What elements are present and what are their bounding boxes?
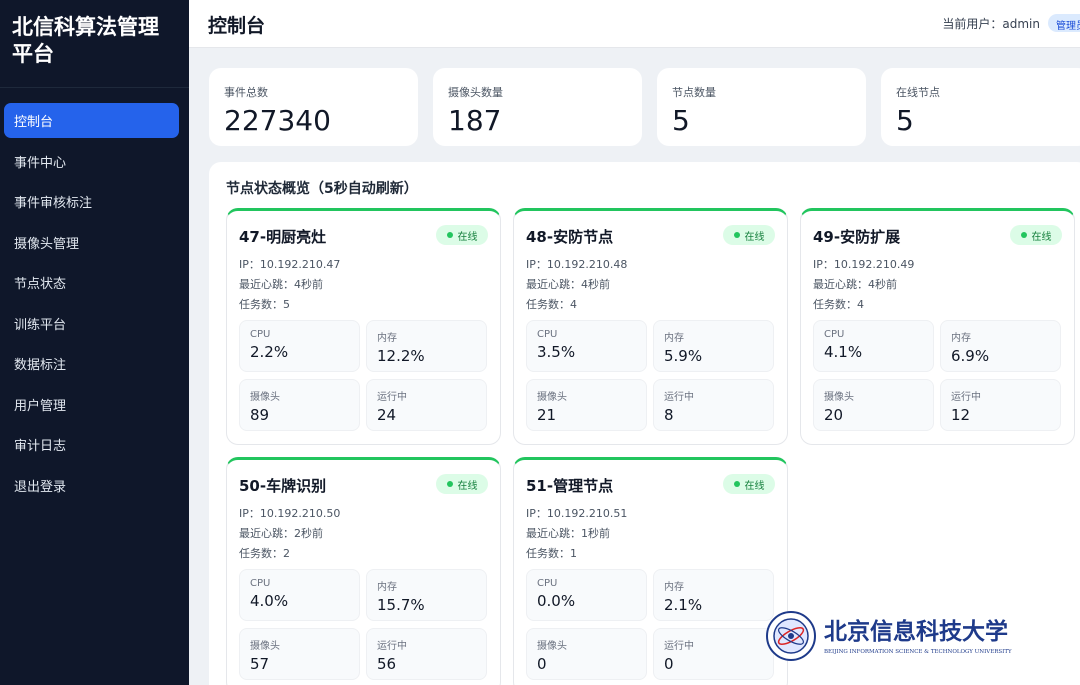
node-name: 49-安防扩展: [813, 228, 901, 246]
metric-cpu: CPU 2.2%: [239, 320, 360, 372]
sidebar-item-cameras[interactable]: 摄像头管理: [4, 225, 179, 260]
metric-memory: 内存 5.9%: [653, 320, 774, 372]
node-ip: IP：10.192.210.49: [813, 258, 915, 271]
status-dot-icon: [446, 232, 453, 238]
stat-card-events: 事件总数 227340: [209, 68, 418, 146]
status-badge: 在线: [723, 225, 775, 245]
university-emblem-icon: 北京信息科技大学 BEIJING INFORMATION SCIENCE & T…: [766, 611, 1012, 661]
stat-card-cameras: 摄像头数量 187: [433, 68, 642, 146]
sidebar-nav: 控制台 事件中心 事件审核标注 摄像头管理 节点状态 训练平台 数据标注 用户管…: [0, 88, 189, 503]
node-heartbeat: 最近心跳：4秒前: [526, 278, 610, 291]
sidebar-item-node-status[interactable]: 节点状态: [4, 265, 179, 300]
metric-cpu: CPU 4.1%: [813, 320, 934, 372]
metric-cameras: 摄像头 57: [239, 628, 360, 680]
current-user: 当前用户：admin: [942, 15, 1040, 32]
stat-value: 5: [896, 104, 914, 137]
node-card: 47-明厨亮灶 在线 IP：10.192.210.47 最近心跳：4秒前 任务数…: [226, 208, 501, 445]
node-heartbeat: 最近心跳：4秒前: [239, 278, 323, 291]
node-name: 50-车牌识别: [239, 477, 327, 495]
node-ip: IP：10.192.210.50: [239, 507, 341, 520]
sidebar-item-training[interactable]: 训练平台: [4, 306, 179, 341]
node-heartbeat: 最近心跳：1秒前: [526, 527, 610, 540]
metric-memory: 内存 6.9%: [940, 320, 1061, 372]
logo-chinese-text: 北京信息科技大学: [824, 618, 1008, 645]
node-name: 48-安防节点: [526, 228, 614, 246]
metric-running: 运行中 56: [366, 628, 487, 680]
metric-cameras: 摄像头 0: [526, 628, 647, 680]
node-tasks: 任务数：4: [526, 298, 577, 311]
metric-cameras: 摄像头 89: [239, 379, 360, 431]
status-dot-icon: [733, 481, 740, 487]
page-title: 控制台: [208, 15, 266, 37]
metric-cpu: CPU 3.5%: [526, 320, 647, 372]
stat-value: 227340: [224, 104, 331, 137]
main-area: 控制台 当前用户：admin 管理员 事件总数 227340 摄像头数量 187…: [189, 0, 1080, 685]
university-logo: 北京信息科技大学 BEIJING INFORMATION SCIENCE & T…: [766, 610, 1056, 662]
metric-cameras: 摄像头 21: [526, 379, 647, 431]
role-badge: 管理员: [1048, 14, 1080, 32]
node-ip: IP：10.192.210.51: [526, 507, 628, 520]
node-heartbeat: 最近心跳：4秒前: [813, 278, 897, 291]
stat-value: 187: [448, 104, 502, 137]
status-dot-icon: [1020, 232, 1027, 238]
stat-label: 摄像头数量: [448, 86, 503, 99]
status-badge: 在线: [723, 474, 775, 494]
node-card: 48-安防节点 在线 IP：10.192.210.48 最近心跳：4秒前 任务数…: [513, 208, 788, 445]
node-tasks: 任务数：2: [239, 547, 290, 560]
metric-running: 运行中 0: [653, 628, 774, 680]
node-card: 51-管理节点 在线 IP：10.192.210.51 最近心跳：1秒前 任务数…: [513, 457, 788, 685]
sidebar-item-logout[interactable]: 退出登录: [4, 468, 179, 503]
node-heartbeat: 最近心跳：2秒前: [239, 527, 323, 540]
sidebar-item-events[interactable]: 事件中心: [4, 144, 179, 179]
sidebar: 北信科算法管理平台 控制台 事件中心 事件审核标注 摄像头管理 节点状态 训练平…: [0, 0, 189, 685]
status-badge: 在线: [436, 474, 488, 494]
status-badge: 在线: [1010, 225, 1062, 245]
app-title: 北信科算法管理平台: [0, 0, 189, 88]
stat-value: 5: [672, 104, 690, 137]
stat-label: 事件总数: [224, 86, 268, 99]
metric-cpu: CPU 4.0%: [239, 569, 360, 621]
node-tasks: 任务数：5: [239, 298, 290, 311]
node-name: 51-管理节点: [526, 477, 614, 495]
node-card: 50-车牌识别 在线 IP：10.192.210.50 最近心跳：2秒前 任务数…: [226, 457, 501, 685]
header: 控制台 当前用户：admin 管理员: [189, 0, 1080, 48]
sidebar-item-dashboard[interactable]: 控制台: [4, 103, 179, 138]
node-card: 49-安防扩展 在线 IP：10.192.210.49 最近心跳：4秒前 任务数…: [800, 208, 1075, 445]
logo-english-text: BEIJING INFORMATION SCIENCE & TECHNOLOGY…: [824, 649, 1012, 655]
panel-title: 节点状态概览（5秒自动刷新）: [226, 181, 418, 197]
metric-memory: 内存 12.2%: [366, 320, 487, 372]
sidebar-item-annotation[interactable]: 数据标注: [4, 346, 179, 381]
node-tasks: 任务数：4: [813, 298, 864, 311]
status-dot-icon: [446, 481, 453, 487]
current-user-label: 当前用户：: [942, 17, 1003, 31]
node-tasks: 任务数：1: [526, 547, 577, 560]
sidebar-item-users[interactable]: 用户管理: [4, 387, 179, 422]
metric-memory: 内存 2.1%: [653, 569, 774, 621]
node-ip: IP：10.192.210.47: [239, 258, 341, 271]
stat-label: 在线节点: [896, 86, 940, 99]
metric-running: 运行中 12: [940, 379, 1061, 431]
status-badge: 在线: [436, 225, 488, 245]
metric-memory: 内存 15.7%: [366, 569, 487, 621]
status-dot-icon: [733, 232, 740, 238]
metric-running: 运行中 24: [366, 379, 487, 431]
sidebar-item-event-review[interactable]: 事件审核标注: [4, 184, 179, 219]
metric-running: 运行中 8: [653, 379, 774, 431]
metric-cpu: CPU 0.0%: [526, 569, 647, 621]
current-user-name: admin: [1002, 17, 1040, 31]
stat-label: 节点数量: [672, 86, 716, 99]
metric-cameras: 摄像头 20: [813, 379, 934, 431]
sidebar-item-audit-log[interactable]: 审计日志: [4, 427, 179, 462]
stat-card-online-nodes: 在线节点 5: [881, 68, 1080, 146]
node-name: 47-明厨亮灶: [239, 228, 327, 246]
node-status-panel: 节点状态概览（5秒自动刷新） 47-明厨亮灶 在线 IP：10.192.210.…: [209, 162, 1080, 685]
node-ip: IP：10.192.210.48: [526, 258, 628, 271]
stat-card-nodes: 节点数量 5: [657, 68, 866, 146]
